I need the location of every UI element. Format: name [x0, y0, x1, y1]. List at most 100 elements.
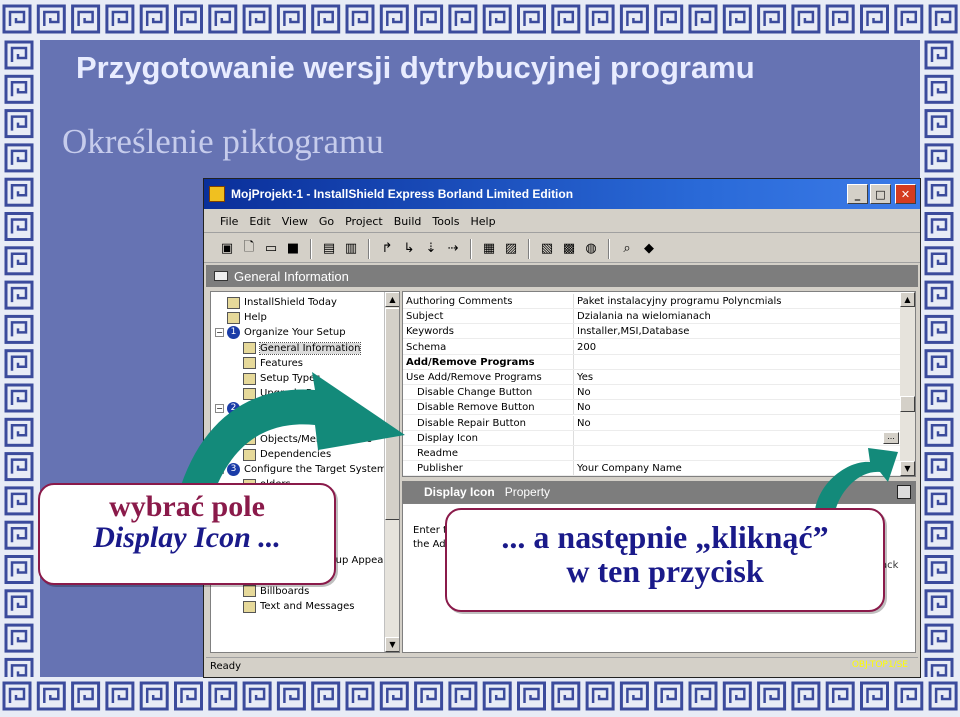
property-row[interactable]: Display Icon... [403, 430, 901, 446]
property-value[interactable] [573, 354, 901, 369]
collapse-icon[interactable]: − [215, 404, 224, 414]
tree-item-icon [227, 311, 240, 324]
build-icon[interactable]: ▦ [480, 240, 498, 258]
tree-item[interactable]: Features [243, 356, 303, 371]
next-icon[interactable]: ⇢ [444, 240, 462, 258]
save-icon[interactable]: ■ [284, 240, 302, 258]
property-row[interactable]: Disable Change Button No [403, 385, 901, 401]
collapse-icon[interactable]: − [215, 465, 224, 475]
maximize-button[interactable]: □ [870, 184, 891, 204]
tree-item[interactable]: Text and Messages [243, 599, 354, 614]
tree-item[interactable]: Billboards [243, 584, 309, 599]
back-icon[interactable]: ↱ [378, 240, 396, 258]
property-value[interactable]: Yes [573, 370, 901, 384]
menu-go[interactable]: Go [319, 215, 334, 228]
property-value[interactable]: Your Company Name [573, 461, 901, 476]
tree-scrollbar[interactable]: ▲ ▼ [384, 292, 399, 652]
status-bar: Ready OBJ-TOP1/SE [206, 657, 918, 675]
greek-key-tile [924, 417, 954, 447]
web-icon[interactable]: ◍ [582, 240, 600, 258]
slide-subtitle: Określenie piktogramu [62, 122, 384, 161]
property-value[interactable]: ... [573, 430, 901, 445]
scroll-down-icon[interactable]: ▼ [385, 637, 399, 652]
scroll-up-icon[interactable]: ▲ [385, 292, 399, 307]
tree-item[interactable]: Help [227, 310, 267, 325]
scroll-thumb[interactable] [385, 308, 399, 520]
tree-item-label: Dependencies [260, 449, 332, 460]
new-icon[interactable]: ▣ [218, 240, 236, 258]
grid-scroll-up-icon[interactable]: ▲ [900, 292, 915, 307]
help-icon[interactable]: ◆ [640, 240, 658, 258]
menu-project[interactable]: Project [345, 215, 383, 228]
property-value[interactable]: 200 [573, 339, 901, 354]
property-row[interactable]: Use Add/Remove Programs Yes [403, 370, 901, 385]
open-folder-icon[interactable]: ▭ [262, 240, 280, 258]
tree-item-label: Organize Your Setup [244, 327, 346, 339]
greek-key-tile [924, 349, 954, 379]
minimize-button[interactable]: _ [847, 184, 868, 204]
property-value[interactable]: No [573, 415, 901, 430]
menu-file[interactable]: File [220, 215, 238, 228]
tree-item[interactable]: Fil [243, 417, 271, 432]
open-icon[interactable]: 🗋 [240, 240, 258, 258]
tree-item[interactable]: Upgrade Paths [243, 386, 333, 401]
collapse-icon[interactable]: − [215, 328, 224, 338]
window-titlebar[interactable]: MojProjekt-1 - InstallShield Express Bor… [204, 179, 920, 209]
tree-item[interactable]: Dependencies [243, 447, 331, 462]
property-value[interactable]: No [573, 400, 901, 415]
property-row[interactable]: Authoring Comments Paket instalacyjny pro… [403, 294, 901, 309]
tree-item[interactable]: Objects/Merge Module [243, 432, 372, 447]
tree-item-icon [243, 357, 256, 370]
tree-item-label: Help [244, 312, 267, 324]
greek-key-tile [4, 177, 34, 207]
search-icon[interactable]: ⌕ [618, 240, 636, 258]
border-bottom [0, 677, 960, 717]
run-icon[interactable]: ▧ [538, 240, 556, 258]
property-row[interactable]: Subject Dzialania na wielomianach [403, 309, 901, 325]
menu-view[interactable]: View [282, 215, 308, 228]
greek-key-tile [619, 4, 649, 34]
forward-icon[interactable]: ↳ [400, 240, 418, 258]
menu-help[interactable]: Help [470, 215, 495, 228]
close-button[interactable]: ✕ [895, 184, 916, 204]
property-row[interactable]: Disable Remove Button No [403, 400, 901, 416]
menu-tools[interactable]: Tools [432, 215, 459, 228]
browse-ellipsis-button[interactable]: ... [883, 431, 899, 444]
menu-edit[interactable]: Edit [249, 215, 270, 228]
grid-scrollbar[interactable]: ▲ ▼ [900, 292, 915, 476]
menu-build[interactable]: Build [394, 215, 422, 228]
print-icon[interactable] [897, 485, 911, 499]
property-row[interactable]: Readme [403, 446, 901, 461]
tree-item-label: Fil [260, 418, 271, 430]
tree-item[interactable]: General Information [243, 341, 362, 356]
property-row[interactable]: Keywords Installer,MSI,Database [403, 324, 901, 340]
tree-item[interactable]: Setup Types [243, 371, 320, 386]
down-icon[interactable]: ⇣ [422, 240, 440, 258]
property-value[interactable] [573, 446, 901, 460]
view-icon[interactable]: ▤ [320, 240, 338, 258]
greek-key-tile [276, 4, 306, 34]
view2-icon[interactable]: ▥ [342, 240, 360, 258]
tree-item[interactable]: −3 Configure the Target System [215, 462, 387, 477]
grid-scroll-down-icon[interactable]: ▼ [900, 461, 915, 476]
test-icon[interactable]: ▨ [502, 240, 520, 258]
tree-item[interactable]: −2 ...ata [215, 401, 270, 416]
property-row[interactable]: Disable Repair Button No [403, 415, 901, 431]
tree-item[interactable]: InstallShield Today [227, 295, 337, 310]
property-row[interactable]: Schema 200 [403, 339, 901, 355]
tree-item[interactable]: −1 Organize Your Setup [215, 325, 346, 340]
tree-item-icon [243, 600, 256, 613]
greek-key-tile [379, 4, 409, 34]
greek-key-tile [208, 681, 238, 711]
property-value[interactable]: Dzialania na wielomianach [573, 309, 901, 324]
property-row[interactable]: Publisher Your Company Name [403, 461, 901, 476]
property-row[interactable]: Add/Remove Programs [403, 354, 901, 370]
property-value[interactable]: Installer,MSI,Database [573, 324, 901, 339]
release-icon[interactable]: ▩ [560, 240, 578, 258]
property-value[interactable]: Paket instalacyjny programu Polyncmials [573, 294, 901, 308]
grid-scroll-thumb[interactable] [900, 396, 915, 412]
property-value[interactable]: No [573, 385, 901, 400]
greek-key-tile [4, 280, 34, 310]
greek-key-tile [4, 623, 34, 653]
callout-right-line2: w ten przycisk [566, 553, 764, 589]
